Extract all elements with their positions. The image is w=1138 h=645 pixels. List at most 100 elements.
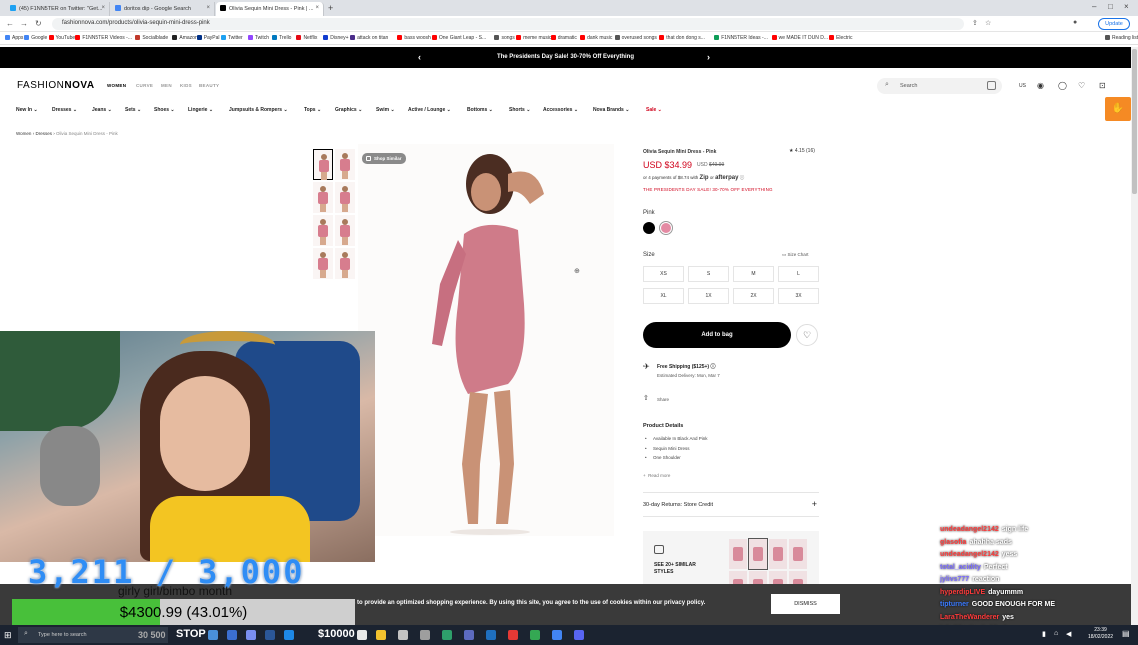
taskbar-clock[interactable]: 23:39 18/02/2022 (1088, 627, 1113, 641)
category-women[interactable]: WOMEN (107, 83, 126, 88)
bookmark-item[interactable]: Disney+ (323, 35, 349, 41)
bookmark-item[interactable]: dank music (580, 35, 612, 41)
bookmark-item[interactable]: overused songs (614, 35, 657, 41)
chat-username[interactable]: glasofia (940, 539, 966, 546)
product-main-image[interactable] (358, 144, 614, 536)
taskbar-app-icon[interactable] (265, 630, 275, 640)
product-thumbnail[interactable] (335, 215, 355, 246)
scrollbar-thumb[interactable] (1132, 49, 1137, 194)
camera-search-icon[interactable] (987, 81, 996, 90)
chat-username[interactable]: LaraTheWanderer (940, 614, 999, 621)
bookmark-item[interactable]: dramatic (550, 35, 577, 41)
taskbar-app-icon[interactable] (574, 630, 584, 640)
shop-similar-button[interactable]: Shop Similar (362, 153, 406, 164)
category-curve[interactable]: CURVE (136, 83, 153, 88)
minimize-icon[interactable]: – (1092, 2, 1096, 11)
category-kids[interactable]: KIDS (180, 83, 192, 88)
tab-google[interactable]: doritos dip - Google Search × (111, 2, 215, 16)
windows-start-icon[interactable]: ⊞ (4, 630, 12, 641)
volume-icon[interactable]: ◀ (1066, 630, 1071, 638)
bookmark-item[interactable]: songs (494, 35, 515, 41)
close-icon[interactable]: × (101, 5, 105, 11)
product-thumbnail[interactable] (313, 149, 333, 180)
taskbar-app-icon[interactable] (508, 630, 518, 640)
size-option-xl[interactable]: XL (643, 288, 684, 304)
bookmark-item[interactable]: Electric (829, 35, 853, 41)
bookmark-item[interactable]: Amazon (172, 35, 198, 41)
taskbar-app-icon[interactable] (246, 630, 256, 640)
bookmark-item[interactable]: meme music (516, 35, 552, 41)
nav-swim[interactable]: Swim ⌄ (376, 107, 395, 113)
taskbar-app-icon[interactable] (284, 630, 294, 640)
taskbar-app-icon[interactable] (464, 630, 474, 640)
chat-username[interactable]: tipturner (940, 601, 969, 608)
notifications-icon[interactable]: ▤ (1122, 629, 1130, 638)
bookmark-item[interactable]: F1NN5TER Ideas -... (714, 35, 768, 41)
chat-username[interactable]: undeadangel2142 (940, 551, 999, 558)
nav-nova-brands[interactable]: Nova Brands ⌄ (593, 107, 629, 113)
similar-thumb[interactable] (729, 539, 747, 569)
swatch-pink[interactable] (659, 221, 673, 235)
network-icon[interactable]: ⌂ (1054, 630, 1058, 637)
chat-username[interactable]: hyperdipLIVE (940, 589, 985, 596)
taskbar-app-icon[interactable] (208, 630, 218, 640)
nav-jeans[interactable]: Jeans ⌄ (92, 107, 112, 113)
read-more-link[interactable]: + Read more (643, 473, 670, 478)
taskbar-app-icon[interactable] (552, 630, 562, 640)
bookmark-item[interactable]: Netflix (296, 35, 317, 41)
nav-sale[interactable]: Sale ⌄ (646, 107, 662, 113)
bookmark-item[interactable]: bass woosh (397, 35, 431, 41)
account-icon[interactable]: ◯ (1058, 81, 1067, 90)
nav-jumpsuits-rompers[interactable]: Jumpsuits & Rompers ⌄ (229, 107, 288, 113)
category-beauty[interactable]: BEAUTY (199, 83, 219, 88)
bookmark-item[interactable]: we MADE IT DUN D... (771, 35, 828, 41)
chat-username[interactable]: undeadangel2142 (940, 526, 999, 533)
zoom-icon[interactable]: ⊕ (574, 267, 580, 275)
size-option-3x[interactable]: 3X (778, 288, 819, 304)
bookmark-item[interactable]: Socialblade (135, 35, 168, 41)
afterpay-logo[interactable]: afterpay (715, 175, 738, 181)
tab-fashionnova[interactable]: Olivia Sequin Mini Dress - Pink | ... × (216, 2, 324, 16)
heart-icon[interactable]: ♡ (1078, 81, 1085, 90)
nav-active-lounge[interactable]: Active / Lounge ⌄ (408, 107, 451, 113)
close-icon[interactable]: × (315, 5, 319, 11)
product-thumbnail[interactable] (313, 215, 333, 246)
promo-next-icon[interactable]: › (707, 47, 710, 68)
similar-thumb[interactable] (748, 538, 768, 570)
product-thumbnail[interactable] (335, 182, 355, 213)
add-to-bag-button[interactable]: Add to bag (643, 322, 791, 348)
taskbar-app-icon[interactable] (530, 630, 540, 640)
category-men[interactable]: MEN (161, 83, 172, 88)
mic-tray-icon[interactable]: ▮ (1042, 630, 1046, 638)
profile-icon[interactable]: ● (1073, 19, 1077, 26)
size-option-1x[interactable]: 1X (688, 288, 729, 304)
accessibility-icon[interactable]: ✋ (1105, 97, 1131, 121)
similar-thumb[interactable] (769, 539, 787, 569)
bookmark-item[interactable]: Twitch (247, 35, 269, 41)
nav-lingerie[interactable]: Lingerie ⌄ (188, 107, 213, 113)
bookmark-item[interactable]: Apps (5, 35, 23, 41)
nav-sets[interactable]: Sets ⌄ (125, 107, 141, 113)
nav-accessories[interactable]: Accessories ⌄ (543, 107, 578, 113)
url-input[interactable]: fashionnova.com/products/olivia-sequin-m… (52, 18, 964, 30)
info-icon[interactable]: ⓘ (740, 175, 745, 180)
nav-bottoms[interactable]: Bottoms ⌄ (467, 107, 493, 113)
product-thumbnail[interactable] (313, 248, 333, 279)
product-thumbnail[interactable] (313, 182, 333, 213)
bookmark-item[interactable]: Twitter (221, 35, 243, 41)
chat-username[interactable]: jylivs777 (940, 576, 969, 583)
promo-prev-icon[interactable]: ‹ (418, 47, 421, 68)
update-button[interactable]: Update (1098, 18, 1130, 30)
taskbar-app-icon[interactable] (442, 630, 452, 640)
taskbar-app-icon[interactable] (486, 630, 496, 640)
star-icon[interactable]: ☆ (985, 19, 991, 27)
taskbar-app-icon[interactable] (227, 630, 237, 640)
bookmark-item[interactable]: attack on titan (350, 35, 388, 41)
taskbar-app-icon[interactable] (376, 630, 386, 640)
nav-dresses[interactable]: Dresses ⌄ (52, 107, 77, 113)
bookmark-item[interactable]: YouTube (48, 35, 75, 41)
size-chart-link[interactable]: ▭ Size Chart (782, 252, 809, 258)
nav-new-in[interactable]: New In ⌄ (16, 107, 38, 113)
nav-graphics[interactable]: Graphics ⌄ (335, 107, 362, 113)
taskbar-app-icon[interactable] (420, 630, 430, 640)
